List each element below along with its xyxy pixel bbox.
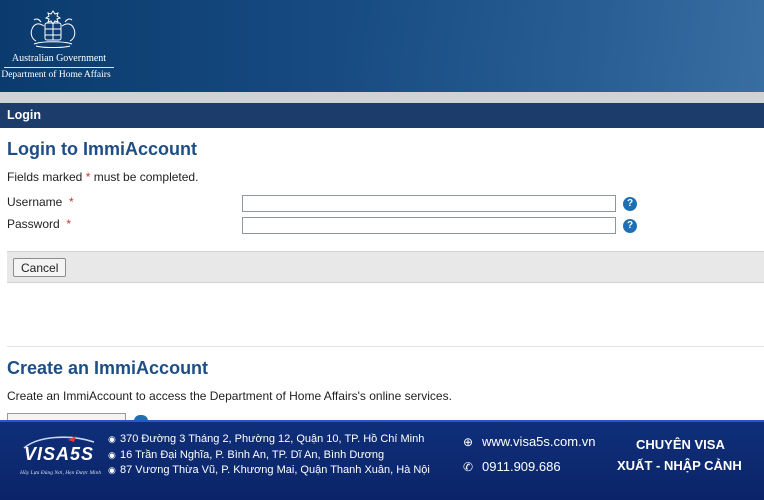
department-name: Department of Home Affairs xyxy=(1,70,111,80)
note-prefix: Fields marked xyxy=(7,170,86,184)
password-required-marker: * xyxy=(66,217,72,231)
username-label: Username * xyxy=(7,195,74,209)
password-input[interactable] xyxy=(242,217,616,234)
header-gradient xyxy=(344,0,764,92)
logo-tagline: Hãy Lựa Đúng Nơi, Hẹn Được Mình xyxy=(20,470,102,476)
note-suffix: must be completed. xyxy=(90,170,199,184)
cancel-button[interactable]: Cancel xyxy=(13,258,67,277)
phone-line: ✆ 0911.909.686 xyxy=(460,459,561,474)
government-name-text: Australian Government xyxy=(4,53,114,68)
government-header: Australian Government Department of Home… xyxy=(0,0,764,92)
address-line-2: ◉ 16 Trần Đại Nghĩa, P. Bình An, TP. Dĩ A… xyxy=(108,449,384,461)
address-text-1: 370 Đường 3 Tháng 2, Phường 12, Quận 10,… xyxy=(120,433,425,445)
globe-icon: ⊕ xyxy=(462,435,474,449)
create-account-description: Create an ImmiAccount to access the Depa… xyxy=(7,389,452,403)
create-account-title: Create an ImmiAccount xyxy=(7,358,209,378)
password-help-icon[interactable]: ? xyxy=(623,219,637,233)
username-help-icon[interactable]: ? xyxy=(623,197,637,211)
section-divider xyxy=(7,346,764,347)
logo-wordmark: VISA5S xyxy=(24,444,95,464)
address-text-2: 16 Trần Đại Nghĩa, P. Bình An, TP. Dĩ An… xyxy=(120,449,385,461)
username-required-marker: * xyxy=(69,195,74,209)
slogan-line-1: CHUYÊN VISA xyxy=(636,437,725,452)
login-title-bar: Login xyxy=(0,103,764,128)
form-action-bar: Cancel xyxy=(7,251,764,283)
address-line-3: ◉ 87 Vương Thừa Vũ, P. Khương Mai, Quận T… xyxy=(108,464,430,476)
address-text-3: 87 Vương Thừa Vũ, P. Khương Mai, Quận Th… xyxy=(120,464,430,476)
coat-of-arms-icon xyxy=(30,10,76,48)
slogan-line-2: XUẤT - NHẬP CẢNH xyxy=(617,458,742,473)
password-label-text: Password xyxy=(7,217,60,231)
login-bar-label: Login xyxy=(7,108,42,122)
username-input[interactable] xyxy=(242,195,616,212)
page-title: Login to ImmiAccount xyxy=(7,139,197,159)
visa5s-logo: VISA5S Hãy Lựa Đúng Nơi, Hẹn Được Mình xyxy=(18,430,102,492)
required-fields-note: Fields marked * must be completed. xyxy=(7,170,198,184)
address-line-1: ◉ 370 Đường 3 Tháng 2, Phường 12, Quận 10… xyxy=(108,433,424,445)
username-label-text: Username xyxy=(7,195,63,209)
password-label: Password * xyxy=(7,217,71,231)
phone-icon: ✆ xyxy=(462,460,474,474)
website-line: ⊕ www.visa5s.com.vn xyxy=(460,434,595,449)
website-link[interactable]: www.visa5s.com.vn xyxy=(482,434,595,449)
location-pin-icon: ◉ xyxy=(108,450,116,460)
header-divider-strip xyxy=(0,92,764,103)
government-name: Australian Government xyxy=(4,53,114,71)
phone-number[interactable]: 0911.909.686 xyxy=(482,459,561,474)
promo-banner: VISA5S Hãy Lựa Đúng Nơi, Hẹn Được Mình ◉… xyxy=(0,420,764,500)
location-pin-icon: ◉ xyxy=(108,465,116,475)
location-pin-icon: ◉ xyxy=(108,434,116,444)
